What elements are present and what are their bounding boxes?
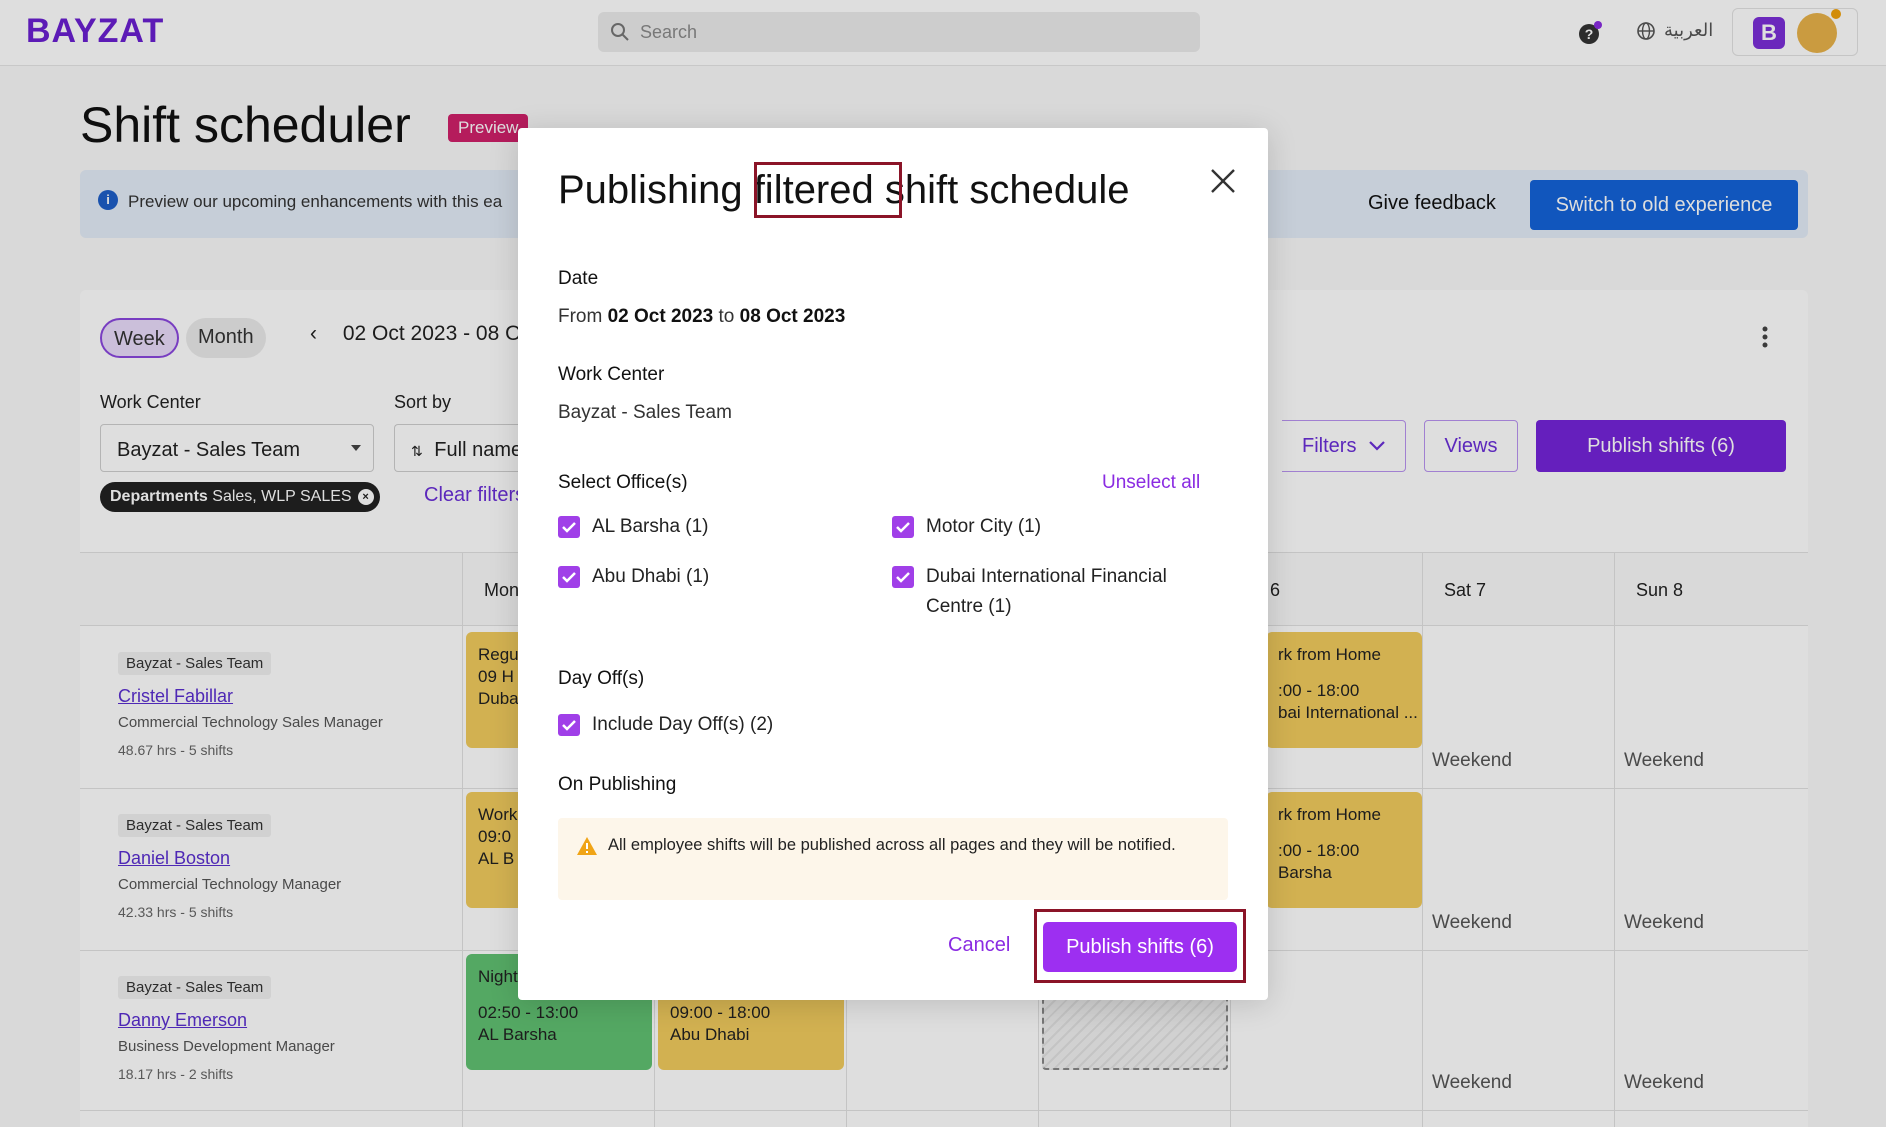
checkbox-checked-icon	[558, 566, 580, 588]
office-checkbox[interactable]: AL Barsha (1)	[558, 512, 709, 542]
warning-text: All employee shifts will be published ac…	[608, 836, 1176, 854]
date-label: Date	[558, 268, 599, 289]
cancel-button[interactable]: Cancel	[948, 934, 1010, 957]
publish-modal: Publishing filtered shift schedule Date …	[518, 128, 1268, 1000]
office-label: Motor City (1)	[926, 516, 1042, 537]
date-start: 02 Oct 2023	[607, 306, 714, 327]
work-center-value: Bayzat - Sales Team	[558, 402, 732, 423]
checkbox-checked-icon	[892, 516, 914, 538]
warning-box: All employee shifts will be published ac…	[558, 818, 1228, 900]
office-label: Abu Dhabi (1)	[592, 566, 710, 587]
highlight-box	[1034, 909, 1246, 983]
checkbox-checked-icon	[892, 566, 914, 588]
date-to-text: to	[713, 306, 740, 327]
office-checkbox[interactable]: Abu Dhabi (1)	[558, 562, 709, 592]
unselect-all-link[interactable]: Unselect all	[1102, 472, 1200, 494]
date-from-text: From	[558, 306, 608, 327]
close-icon[interactable]	[1208, 166, 1238, 201]
date-end: 08 Oct 2023	[739, 306, 846, 327]
title-part: shift schedule	[873, 168, 1130, 212]
office-checkbox[interactable]: Dubai International Financial Centre (1)	[892, 562, 1212, 622]
day-off-checkbox[interactable]: Include Day Off(s) (2)	[558, 710, 773, 740]
warning-icon	[576, 836, 598, 861]
offices-label: Select Office(s)	[558, 472, 688, 493]
work-center-label: Work Center	[558, 364, 665, 385]
title-part: Publishing	[558, 168, 754, 212]
office-checkbox[interactable]: Motor City (1)	[892, 512, 1041, 542]
office-label: Dubai International Financial Centre (1)	[926, 566, 1167, 617]
app-page: BAYZAT Search ? العربية B Shift schedule…	[0, 0, 1886, 1127]
checkbox-checked-icon	[558, 714, 580, 736]
day-off-option-label: Include Day Off(s) (2)	[592, 714, 774, 735]
highlight-box	[754, 162, 902, 218]
office-label: AL Barsha (1)	[592, 516, 709, 537]
day-off-label: Day Off(s)	[558, 668, 645, 689]
checkbox-checked-icon	[558, 516, 580, 538]
date-range-value: From 02 Oct 2023 to 08 Oct 2023	[558, 306, 845, 328]
on-publishing-label: On Publishing	[558, 774, 677, 795]
